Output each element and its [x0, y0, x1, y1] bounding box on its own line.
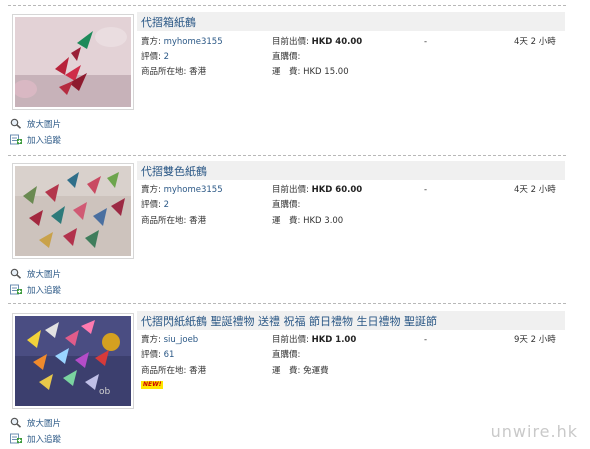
add-to-watchlist-link[interactable]: 加入追蹤: [10, 433, 61, 446]
seller-link[interactable]: myhome3155: [164, 37, 223, 47]
enlarge-image-link[interactable]: 放大圖片: [10, 417, 61, 430]
location-field: 商品所在地: 香港: [141, 67, 207, 77]
magnifier-icon: [10, 417, 22, 428]
seller-link[interactable]: siu_joeb: [164, 335, 199, 345]
divider: [8, 5, 566, 6]
magnifier-icon: [10, 118, 22, 129]
current-bid-field: 目前出價: HKD 40.00: [272, 37, 363, 47]
seller-field: 賣方: siu_joeb: [141, 335, 199, 345]
rating-field: 評價: 2: [141, 200, 169, 210]
time-left: 4天 2 小時: [514, 185, 556, 195]
divider: [8, 303, 566, 304]
add-to-watchlist-link[interactable]: 加入追蹤: [10, 134, 61, 147]
listing-title[interactable]: 代摺箱紙鶴: [141, 14, 196, 30]
search-results-page: 代摺箱紙鶴 賣方: myhome3155 評價: 2 商品所在地: 香港 目前出…: [0, 0, 590, 449]
item-thumbnail[interactable]: ob: [12, 313, 134, 409]
current-bid-field: 目前出價: HKD 1.00: [272, 335, 357, 345]
watermark: unwire.hk: [490, 422, 578, 441]
shipping-field: 運 費: 免運費: [272, 366, 329, 376]
add-watch-icon: [10, 433, 22, 444]
listing-title-bar: 代摺箱紙鶴: [137, 12, 565, 31]
rating-field: 評價: 2: [141, 52, 169, 62]
origami-crane-photo: [15, 17, 131, 107]
rating-link[interactable]: 2: [164, 200, 169, 210]
bid-count: -: [424, 37, 428, 47]
current-bid-field: 目前出價: HKD 60.00: [272, 185, 363, 195]
add-to-watchlist-link[interactable]: 加入追蹤: [10, 284, 61, 297]
magnifier-icon: [10, 268, 22, 279]
shipping-field: 運 費: HKD 3.00: [272, 216, 344, 226]
rating-link[interactable]: 61: [164, 350, 175, 360]
buy-now-field: 直購價:: [272, 350, 301, 360]
buy-now-field: 直購價:: [272, 52, 301, 62]
listing-title[interactable]: 代摺閃紙紙鶴 聖誕禮物 送禮 祝福 節日禮物 生日禮物 聖誕節: [141, 313, 437, 329]
seller-field: 賣方: myhome3155: [141, 185, 223, 195]
rating-field: 評價: 61: [141, 350, 175, 360]
item-thumbnail[interactable]: [12, 163, 134, 259]
add-watch-icon: [10, 134, 22, 145]
divider: [8, 155, 566, 156]
buy-now-field: 直購價:: [272, 200, 301, 210]
location-field: 商品所在地: 香港: [141, 216, 207, 226]
seller-field: 賣方: myhome3155: [141, 37, 223, 47]
bid-count: -: [424, 335, 428, 345]
shipping-field: 運 費: HKD 15.00: [272, 67, 349, 77]
seller-link[interactable]: myhome3155: [164, 185, 223, 195]
enlarge-image-link[interactable]: 放大圖片: [10, 118, 61, 131]
listing-title-bar: 代摺閃紙紙鶴 聖誕禮物 送禮 祝福 節日禮物 生日禮物 聖誕節: [137, 311, 565, 330]
new-badge: NEW!: [141, 381, 164, 389]
item-thumbnail[interactable]: [12, 14, 134, 110]
bid-count: -: [424, 185, 428, 195]
time-left: 4天 2 小時: [514, 37, 556, 47]
enlarge-image-link[interactable]: 放大圖片: [10, 268, 61, 281]
svg-text:ob: ob: [99, 387, 111, 397]
location-field: 商品所在地: 香港: [141, 366, 207, 376]
listing-title-bar: 代摺雙色紙鶴: [137, 161, 565, 180]
origami-crane-photo: ob: [15, 316, 131, 406]
origami-crane-photo: [15, 166, 131, 256]
rating-link[interactable]: 2: [164, 52, 169, 62]
listing-title[interactable]: 代摺雙色紙鶴: [141, 163, 207, 179]
add-watch-icon: [10, 284, 22, 295]
time-left: 9天 2 小時: [514, 335, 556, 345]
